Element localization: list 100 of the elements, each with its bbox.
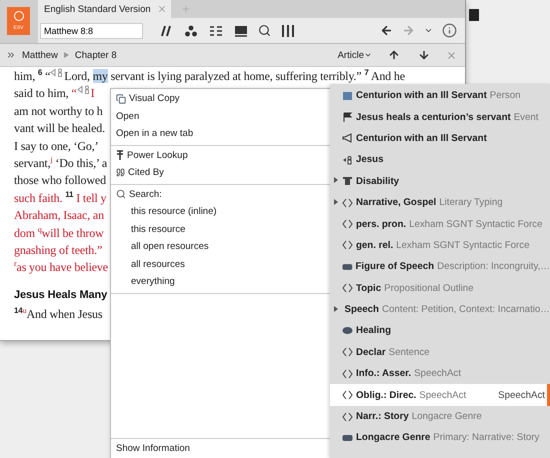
item-label: Figure of Speech (356, 261, 434, 272)
dots-icon[interactable] (183, 24, 199, 38)
item-hint: SpeechAct (498, 390, 545, 401)
item-label: Narr.: Story (356, 411, 409, 422)
submenu-item[interactable]: Jesus heals a centurion’s servant Event (330, 106, 550, 128)
menu-item[interactable]: Open in a new tab (111, 125, 330, 142)
menu-item[interactable]: Open (111, 108, 330, 125)
breadcrumb-separator-icon (64, 52, 69, 58)
reference-field[interactable]: Matthew 8:8 (40, 22, 143, 38)
submenu-item[interactable]: Narrative, Gospel Literary Typing (330, 192, 550, 214)
item-label: pers. pron. (356, 218, 406, 230)
history-caret-icon[interactable] (424, 26, 433, 35)
code-icon (342, 240, 353, 250)
copy-icon (116, 94, 126, 104)
item-label: Oblig.: Direc. (356, 390, 416, 401)
expand-arrow-icon[interactable] (334, 306, 338, 312)
submenu-item[interactable]: Disability (330, 170, 550, 192)
item-type: Event (514, 112, 538, 123)
item-label: Centurion with an Ill Servant (356, 132, 487, 144)
expand-arrow-icon[interactable] (334, 198, 338, 205)
breadcrumb-item[interactable]: Chapter 8 (74, 50, 117, 60)
back-icon[interactable] (380, 24, 393, 37)
submenu-item[interactable]: Longacre Genre Primary: Narrative: Story (330, 427, 550, 449)
menu-item[interactable]: everything (111, 273, 330, 290)
flag-icon (342, 112, 353, 122)
footnote-mark[interactable]: u (22, 306, 26, 315)
parallel-icon[interactable] (158, 24, 174, 38)
expand-icon[interactable] (6, 50, 16, 60)
submenu-item[interactable]: Centurion with an Ill Servant Person (330, 85, 550, 106)
submenu-item[interactable]: pers. pron. Lexham SGNT Syntactic Force (330, 213, 550, 235)
submenu-item[interactable]: Healing (330, 320, 550, 342)
menu-item[interactable]: Cited By (111, 164, 330, 182)
breadcrumb-item[interactable]: Matthew (22, 50, 58, 60)
submenu-item[interactable]: Narr.: Story Longacre Genre (330, 406, 550, 428)
section-heading: Jesus Heals Many (14, 288, 108, 303)
caret-icon (364, 51, 372, 59)
code-icon (342, 283, 353, 294)
verse-text: am not worthy to h (14, 104, 103, 118)
footnote-mark[interactable]: r (14, 259, 17, 268)
columns-icon[interactable] (280, 24, 296, 38)
item-label: Speech (344, 304, 379, 316)
search-icon[interactable] (258, 24, 271, 37)
speech-bubble-icon (342, 326, 353, 336)
code-icon (342, 390, 353, 400)
submenu-item[interactable]: gen. rel. Lexham SGNT Syntactic Force (330, 234, 550, 256)
search-icon (116, 189, 126, 200)
menu-item[interactable]: Power Lookup (111, 146, 330, 164)
item-label: Narrative, Gospel (356, 197, 436, 208)
info-icon[interactable] (442, 23, 457, 38)
words-of-jesus: gnashing of teeth.” (14, 242, 102, 257)
footnote-mark[interactable]: q (38, 224, 42, 234)
code-icon (342, 198, 353, 208)
verse-text: And he (370, 69, 405, 83)
item-type: Propositional Outline (384, 282, 474, 294)
words-of-jesus: as you have believe (16, 260, 108, 274)
menu-item[interactable]: Visual Copy (111, 90, 330, 108)
lookup-icon (116, 150, 124, 160)
verse-text: “ (44, 69, 50, 83)
words-of-jesus: “ (71, 86, 77, 100)
submenu-item[interactable]: Declar Sentence (330, 342, 550, 364)
menu-item[interactable]: all open resources (111, 238, 330, 256)
submenu-item[interactable]: Centurion with an Ill Servant (330, 128, 550, 150)
monitor-icon[interactable] (233, 24, 249, 38)
code-icon (342, 368, 353, 379)
list-icon[interactable] (208, 24, 224, 38)
verse-text: ‘Do this,’ a (54, 156, 108, 170)
item-type: Primary: Narrative: Story (433, 432, 540, 444)
code-icon (342, 219, 353, 230)
verse-number: 14 (14, 306, 23, 315)
person-icon (342, 90, 353, 101)
verse-text: said to him, (14, 86, 70, 100)
speaker-icon (342, 154, 353, 165)
menu-item[interactable]: this resource (111, 220, 330, 238)
item-label: gen. rel. (356, 240, 394, 251)
item-type: Sentence (388, 346, 430, 358)
menu-item[interactable]: this resource (inline) (111, 203, 330, 220)
document-tab[interactable]: English Standard Version (38, 0, 171, 18)
item-type: Longacre Genre (412, 411, 482, 422)
item-type: Lexham SGNT Syntactic Force (396, 240, 530, 251)
words-of-jesus: dom (14, 226, 36, 240)
submenu-item[interactable]: Speech Content: Petition, Context: Incarnatio… (330, 298, 550, 320)
down-arrow-icon[interactable] (418, 49, 430, 61)
footnote-mark[interactable]: j (50, 154, 53, 164)
submenu-item[interactable]: Topic Propositional Outline (330, 278, 550, 299)
words-of-jesus: Abraham, Isaac, an (14, 208, 104, 222)
menu-item[interactable]: Show Information (111, 438, 330, 458)
submenu-item[interactable]: Figure of Speech Description: Incongruity,… (330, 256, 550, 278)
selected-word: my (92, 69, 108, 83)
submenu-item[interactable]: Oblig.: Direc. SpeechAct SpeechAct (330, 384, 550, 406)
words-of-jesus: will be throw (42, 226, 104, 240)
submenu-item[interactable]: Info.: Asser. SpeechAct (330, 363, 550, 384)
verse-number: 6 (38, 68, 42, 77)
view-dropdown[interactable]: Article (338, 50, 372, 60)
menu-item[interactable]: Search: (111, 186, 330, 203)
up-arrow-icon[interactable] (388, 49, 400, 61)
expand-arrow-icon[interactable] (334, 177, 338, 184)
verse-text: servant is lying paralyzed at home, suffering terribly.” (110, 69, 362, 83)
submenu-item[interactable]: Jesus (330, 149, 550, 171)
item-type: Literary Typing (439, 197, 503, 208)
menu-item[interactable]: all resources (111, 256, 330, 273)
